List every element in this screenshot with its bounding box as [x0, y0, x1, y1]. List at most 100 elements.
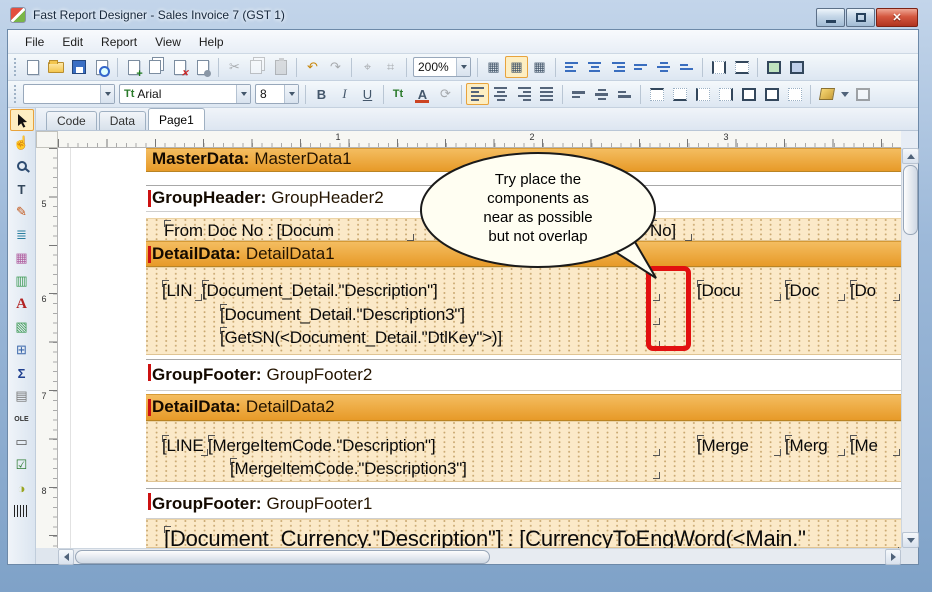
vertical-scrollbar[interactable] — [901, 148, 918, 548]
text-align-left-button[interactable] — [466, 83, 489, 105]
pan-tool[interactable]: ☝ — [10, 132, 34, 154]
paste-button[interactable] — [269, 56, 292, 78]
minimize-button[interactable] — [816, 8, 845, 27]
scroll-right-button[interactable] — [885, 549, 901, 565]
text-object-tool[interactable]: A — [10, 293, 34, 315]
detaildata2-band-area[interactable]: [LINE [MergeItemCode."Description"] [Mer… — [146, 421, 901, 482]
select-tool[interactable] — [10, 109, 34, 131]
text-object-merge-uom[interactable]: [Merg — [785, 435, 845, 456]
valign-top-button[interactable] — [567, 83, 590, 105]
toolbar-drag-handle[interactable] — [14, 58, 17, 76]
frame-style-button[interactable] — [851, 83, 874, 105]
chevron-down-icon[interactable] — [100, 85, 114, 103]
same-height-button[interactable] — [730, 56, 753, 78]
frame-left-button[interactable] — [691, 83, 714, 105]
page-object-tool[interactable]: ▤ — [10, 385, 34, 407]
send-to-back-button[interactable] — [785, 56, 808, 78]
new-report-button[interactable] — [21, 56, 44, 78]
font-name-combobox[interactable]: Tt Arial — [119, 84, 251, 104]
align-middles-button[interactable] — [652, 56, 675, 78]
menu-report[interactable]: Report — [92, 32, 146, 52]
shape-object-tool[interactable]: ▭ — [10, 431, 34, 453]
show-grid-button[interactable]: ▦ — [482, 56, 505, 78]
frame-bottom-button[interactable] — [668, 83, 691, 105]
menu-view[interactable]: View — [146, 32, 190, 52]
zoom-tool[interactable] — [10, 155, 34, 177]
save-report-button[interactable] — [67, 56, 90, 78]
text-edit-tool[interactable]: T — [10, 178, 34, 200]
frame-all-button[interactable] — [737, 83, 760, 105]
bring-to-front-button[interactable] — [762, 56, 785, 78]
text-object-description3[interactable]: [Document_Detail."Description3"] — [220, 304, 660, 325]
text-object-price[interactable]: [Do — [850, 280, 900, 301]
style-combobox[interactable] — [23, 84, 115, 104]
tab-code[interactable]: Code — [46, 111, 97, 130]
format-painter-tool[interactable]: ✎ — [10, 201, 34, 223]
picture-object-tool[interactable]: ▧ — [10, 316, 34, 338]
band-groupfooter1-header[interactable]: GroupFooter:GroupFooter1 — [146, 488, 901, 519]
cut-button[interactable]: ✂ — [223, 56, 246, 78]
fill-color-button[interactable] — [815, 83, 838, 105]
total-object-tool[interactable]: Σ — [10, 362, 34, 384]
font-color-button[interactable]: A — [411, 83, 434, 105]
bold-button[interactable]: B — [310, 83, 333, 105]
italic-button[interactable]: I — [333, 83, 356, 105]
text-object-uom[interactable]: [Doc — [785, 280, 845, 301]
horizontal-scroll-thumb[interactable] — [75, 550, 490, 564]
barcode-object-tool[interactable] — [10, 500, 34, 522]
same-width-button[interactable] — [707, 56, 730, 78]
text-object-from-doc-no[interactable]: From Doc No : [Docum — [164, 220, 414, 241]
align-rights-button[interactable] — [606, 56, 629, 78]
design-canvas[interactable]: MasterData:MasterData1 GroupHeader:Group… — [58, 148, 901, 548]
frame-none-button[interactable] — [783, 83, 806, 105]
frame-right-button[interactable] — [714, 83, 737, 105]
valign-middle-button[interactable] — [590, 83, 613, 105]
copy-button[interactable] — [246, 56, 269, 78]
redo-button[interactable]: ↷ — [324, 56, 347, 78]
text-object-merge-qty[interactable]: [Merge — [697, 435, 781, 456]
chevron-down-icon[interactable] — [236, 85, 250, 103]
fit-to-grid-button[interactable]: ▦ — [528, 56, 551, 78]
tab-page1[interactable]: Page1 — [148, 108, 205, 130]
delete-page-button[interactable] — [168, 56, 191, 78]
text-align-right-button[interactable] — [512, 83, 535, 105]
open-report-button[interactable] — [44, 56, 67, 78]
align-bottoms-button[interactable] — [675, 56, 698, 78]
zoom-combobox[interactable]: 200% — [413, 57, 471, 77]
snap-to-grid-button[interactable]: ▦ — [505, 56, 528, 78]
text-object-merge-price[interactable]: [Me — [850, 435, 900, 456]
checkbox-object-tool[interactable]: ☑ — [10, 454, 34, 476]
ole-object-tool[interactable]: OLE — [10, 408, 34, 430]
text-align-justify-button[interactable] — [535, 83, 558, 105]
text-object-line-no[interactable]: [LINE — [162, 435, 208, 456]
frame-top-button[interactable] — [645, 83, 668, 105]
align-tops-button[interactable] — [629, 56, 652, 78]
matrix-object-tool[interactable]: ▦ — [10, 247, 34, 269]
new-page-button[interactable] — [122, 56, 145, 78]
scroll-left-button[interactable] — [58, 549, 74, 565]
text-object-getsn[interactable]: [GetSN(<Document_Detail."DtlKey">)] — [220, 327, 660, 348]
chevron-down-icon[interactable] — [284, 85, 298, 103]
toolbar-drag-handle[interactable] — [14, 85, 17, 103]
scroll-down-button[interactable] — [902, 532, 919, 548]
undo-button[interactable]: ↶ — [301, 56, 324, 78]
preview-button[interactable] — [90, 56, 113, 78]
band-groupfooter2-header[interactable]: GroupFooter:GroupFooter2 — [146, 359, 901, 391]
valign-bottom-button[interactable] — [613, 83, 636, 105]
menu-help[interactable]: Help — [190, 32, 233, 52]
align-centers-button[interactable] — [583, 56, 606, 78]
frame-outside-button[interactable] — [760, 83, 783, 105]
tab-data[interactable]: Data — [99, 111, 146, 130]
ungroup-button[interactable]: ⌗ — [379, 56, 402, 78]
copy-page-button[interactable] — [145, 56, 168, 78]
chart-object-tool[interactable]: ▥ — [10, 270, 34, 292]
text-align-center-button[interactable] — [489, 83, 512, 105]
text-object-merge-description3[interactable]: [MergeItemCode."Description3"] — [230, 458, 660, 479]
scroll-up-button[interactable] — [902, 148, 919, 164]
rotate-text-button[interactable]: ⟳ — [434, 83, 457, 105]
menu-edit[interactable]: Edit — [53, 32, 92, 52]
subreport-object-tool[interactable]: ⊞ — [10, 339, 34, 361]
close-button[interactable]: ✕ — [876, 8, 918, 27]
fill-color-dropdown[interactable] — [838, 83, 851, 105]
group-button[interactable]: ⌖ — [356, 56, 379, 78]
